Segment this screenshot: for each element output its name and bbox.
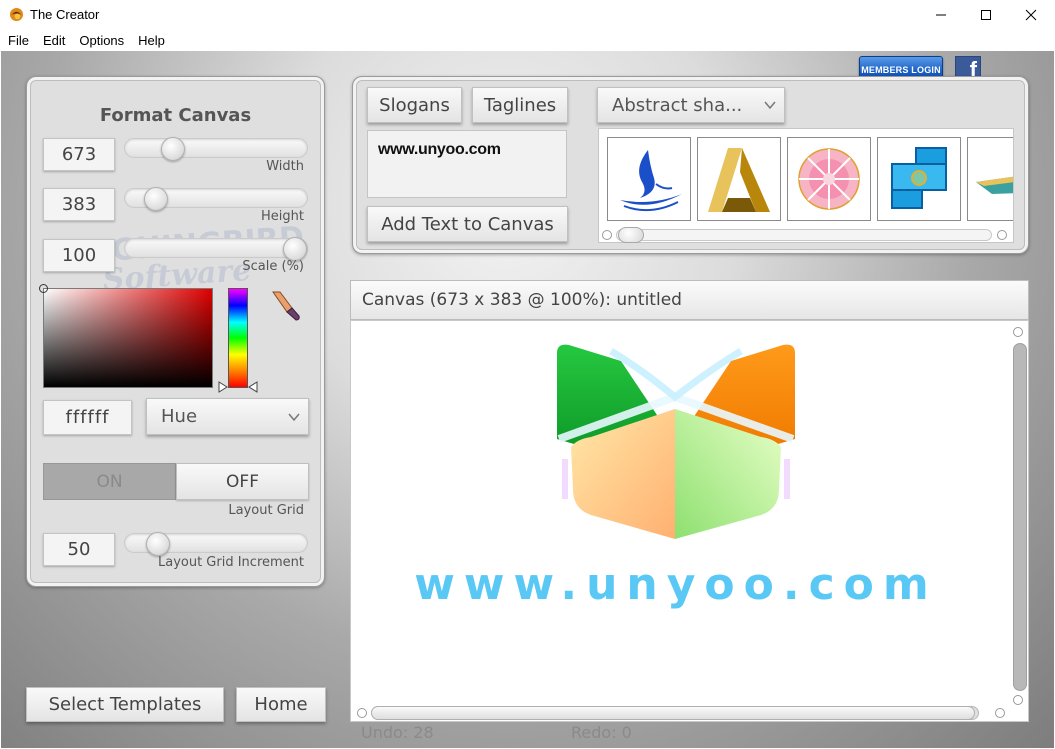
- unyoo-logo-graphic: [557, 344, 795, 539]
- shapes-scroll-track[interactable]: [616, 229, 992, 241]
- canvas-scroll-up-arrow[interactable]: [1013, 327, 1023, 337]
- close-icon: [1025, 9, 1037, 21]
- window-title: The Creator: [30, 7, 100, 22]
- shape-thumb-2[interactable]: [697, 137, 781, 221]
- app-logo-icon: [9, 7, 24, 22]
- title-bar: The Creator: [0, 0, 1055, 30]
- height-field[interactable]: 383: [43, 188, 115, 221]
- hue-slider[interactable]: [228, 288, 248, 388]
- scale-field[interactable]: 100: [43, 239, 115, 272]
- scale-slider-thumb[interactable]: [283, 237, 307, 261]
- canvas-scroll-right-arrow[interactable]: [995, 708, 1005, 718]
- canvas-hscroll-thumb[interactable]: [371, 706, 975, 720]
- format-canvas-panel: LAUGHINGBIRD Software Format Canvas 673 …: [26, 76, 325, 587]
- chevron-down-icon: [288, 413, 300, 421]
- height-slider[interactable]: [124, 187, 308, 211]
- color-hex-field[interactable]: ffffff: [43, 400, 132, 435]
- maximize-icon: [981, 10, 991, 20]
- canvas-vscroll-track[interactable]: [1013, 343, 1027, 691]
- gold-triangle-shape-icon: [708, 148, 770, 212]
- shape-category-value: Abstract sha...: [612, 94, 743, 116]
- members-login-label: MEMBERS LOGIN: [861, 65, 941, 75]
- menu-file[interactable]: File: [8, 33, 29, 48]
- width-slider[interactable]: [124, 137, 308, 161]
- stripe-shape-icon: [976, 176, 1013, 194]
- menu-options[interactable]: Options: [79, 33, 124, 48]
- grid-increment-slider-thumb[interactable]: [145, 532, 170, 556]
- app-body: MEMBERS LOGIN f LAUGHINGBIRD Software Fo…: [1, 51, 1054, 748]
- shape-thumb-5[interactable]: [967, 137, 1013, 221]
- minimize-button[interactable]: [918, 0, 964, 30]
- scroll-right-arrow[interactable]: [997, 230, 1007, 240]
- layout-grid-on-button[interactable]: ON: [43, 463, 176, 500]
- shapes-gallery: [598, 128, 1014, 243]
- height-slider-thumb[interactable]: [143, 187, 168, 211]
- blue-swirl-shape-icon: [620, 150, 682, 212]
- taglines-tab[interactable]: Taglines: [472, 87, 568, 123]
- color-mode-value: Hue: [161, 406, 198, 427]
- grid-on-label: ON: [96, 471, 123, 492]
- shape-thumb-1[interactable]: [607, 137, 691, 221]
- pink-flower-shape-icon: [798, 148, 860, 210]
- undo-label: Undo: 28: [361, 723, 434, 742]
- width-label: Width: [266, 159, 304, 174]
- slogans-tab[interactable]: Slogans: [367, 87, 462, 123]
- close-button[interactable]: [1008, 0, 1054, 30]
- layout-grid-label: Layout Grid: [228, 503, 304, 518]
- text-input-value: www.unyoo.com: [378, 141, 501, 158]
- color-picker-cursor[interactable]: [39, 284, 48, 293]
- unyoo-logo-text: www.unyoo.com: [414, 559, 938, 610]
- home-button[interactable]: Home: [236, 687, 326, 722]
- text-input[interactable]: www.unyoo.com: [367, 130, 567, 198]
- canvas-header: Canvas (673 x 383 @ 100%): untitled: [350, 280, 1029, 320]
- menu-help[interactable]: Help: [138, 33, 165, 48]
- shape-thumb-3[interactable]: [787, 137, 871, 221]
- format-canvas-title: Format Canvas: [99, 105, 252, 126]
- canvas-title: Canvas (673 x 383 @ 100%): untitled: [362, 290, 682, 310]
- shape-category-dropdown[interactable]: Abstract sha...: [597, 87, 785, 123]
- width-slider-thumb[interactable]: [161, 137, 186, 161]
- eyedropper-icon[interactable]: [268, 288, 304, 324]
- maximize-button[interactable]: [963, 0, 1009, 30]
- width-field[interactable]: 673: [43, 138, 115, 171]
- chevron-down-icon: [764, 101, 776, 110]
- canvas-scroll-down-arrow[interactable]: [1013, 695, 1023, 705]
- minimize-icon: [936, 14, 946, 16]
- add-text-to-canvas-button[interactable]: Add Text to Canvas: [367, 206, 568, 242]
- canvas-area[interactable]: www.unyoo.com: [350, 320, 1029, 722]
- shapes-scroll-thumb[interactable]: [618, 227, 644, 243]
- shapes-scrollbar[interactable]: [598, 227, 1014, 243]
- grid-increment-slider[interactable]: [124, 532, 308, 556]
- menu-edit[interactable]: Edit: [43, 33, 65, 48]
- grid-increment-label: Layout Grid Increment: [157, 555, 304, 570]
- color-saturation-picker[interactable]: [43, 288, 213, 388]
- select-templates-button[interactable]: Select Templates: [26, 687, 224, 722]
- menu-bar: File Edit Options Help: [0, 30, 1055, 51]
- grid-off-label: OFF: [226, 471, 259, 492]
- color-mode-dropdown[interactable]: Hue: [146, 398, 309, 435]
- scale-slider[interactable]: [124, 237, 308, 261]
- scale-label: Scale (%): [242, 259, 304, 274]
- grid-increment-field[interactable]: 50: [43, 533, 115, 566]
- scroll-left-arrow[interactable]: [602, 230, 612, 240]
- canvas-scroll-left-arrow[interactable]: [357, 708, 367, 718]
- layout-grid-off-button[interactable]: OFF: [176, 463, 309, 500]
- redo-label: Redo: 0: [571, 723, 632, 742]
- shape-thumb-4[interactable]: [877, 137, 961, 221]
- hue-slider-marker[interactable]: [218, 381, 258, 393]
- blue-cross-shape-icon: [891, 147, 947, 209]
- text-shapes-panel: Slogans Taglines www.unyoo.com Add Text …: [352, 76, 1029, 254]
- height-label: Height: [261, 209, 304, 224]
